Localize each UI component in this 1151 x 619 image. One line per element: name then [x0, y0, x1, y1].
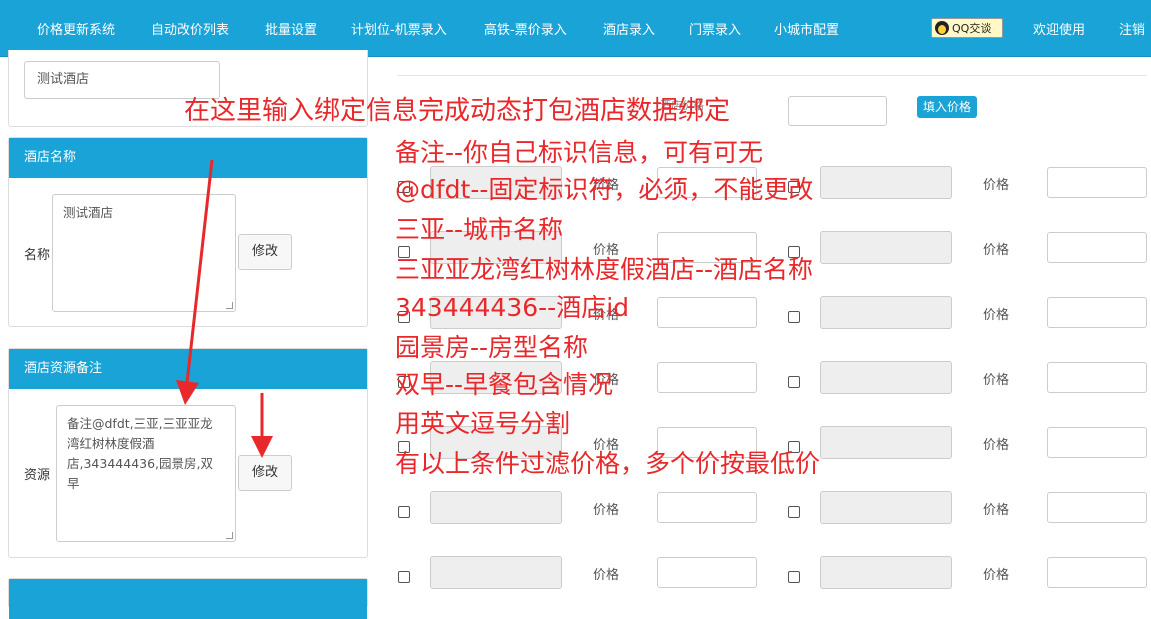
row-price-input-b[interactable]: [1047, 557, 1147, 588]
hotel-resource-textarea[interactable]: 备注@dfdt,三亚,三亚亚龙湾红树林度假酒店,343444436,园景房,双早: [56, 405, 236, 542]
row-checkbox-b[interactable]: [788, 571, 800, 583]
row-price-input-b[interactable]: [1047, 297, 1147, 328]
nav-item-hotel-entry[interactable]: 酒店录入: [603, 19, 655, 38]
resource-label: 资源: [24, 468, 51, 483]
hotel-price-input[interactable]: [788, 96, 887, 126]
row-price-input-a[interactable]: [657, 557, 757, 588]
divider: [398, 75, 1146, 76]
hotel-resource-edit-button[interactable]: 修改: [238, 455, 292, 491]
next-panel-header: [9, 579, 367, 619]
row-price-input-b[interactable]: [1047, 492, 1147, 523]
logout-link[interactable]: 注销: [1119, 19, 1145, 38]
annotation-headline: 在这里输入绑定信息完成动态打包酒店数据绑定: [184, 96, 731, 126]
qq-chat-label: QQ交谈: [952, 22, 992, 35]
row-readonly-field-b: [820, 231, 952, 264]
next-panel: [8, 578, 368, 619]
qq-chat-button[interactable]: QQ交谈: [931, 18, 1003, 38]
hotel-name-panel: 酒店名称 名称 测试酒店 修改: [8, 137, 368, 327]
row-checkbox-b[interactable]: [788, 506, 800, 518]
row-checkbox-a[interactable]: [398, 571, 410, 583]
row-readonly-field-b: [820, 556, 952, 589]
row-price-input-a[interactable]: [657, 297, 757, 328]
annotation-line: 343444436--酒店id: [395, 293, 630, 322]
row-price-label-b: 价格: [983, 568, 1010, 583]
row-price-label-b: 价格: [983, 373, 1010, 388]
row-readonly-field-b: [820, 491, 952, 524]
annotation-line: @dfdt--固定标识符，必须，不能更改: [395, 175, 814, 204]
hotel-resource-panel-title: 酒店资源备注: [9, 349, 367, 389]
row-price-input-b[interactable]: [1047, 232, 1147, 263]
nav-item-auto-price-list[interactable]: 自动改价列表: [151, 19, 229, 38]
hotel-name-textarea[interactable]: 测试酒店: [52, 194, 236, 312]
row-readonly-field-a: [430, 556, 562, 589]
top-navbar: 价格更新系统 自动改价列表 批量设置 计划位-机票录入 高铁-票价录入 酒店录入…: [0, 0, 1151, 57]
nav-item-batch-settings[interactable]: 批量设置: [265, 19, 317, 38]
row-price-input-b[interactable]: [1047, 167, 1147, 198]
row-readonly-field-b: [820, 426, 952, 459]
row-checkbox-b[interactable]: [788, 311, 800, 323]
nav-item-price-update[interactable]: 价格更新系统: [37, 19, 115, 38]
row-price-label-b: 价格: [983, 308, 1010, 323]
fill-price-button[interactable]: 填入价格: [917, 96, 977, 118]
row-readonly-field-b: [820, 296, 952, 329]
annotation-line: 有以上条件过滤价格，多个价按最低价: [395, 449, 821, 478]
row-checkbox-b[interactable]: [788, 376, 800, 388]
row-readonly-field-b: [820, 361, 952, 394]
hotel-resource-panel: 酒店资源备注 资源 备注@dfdt,三亚,三亚亚龙湾红树林度假酒店,343444…: [8, 348, 368, 558]
row-price-label-a: 价格: [593, 568, 620, 583]
row-price-label-b: 价格: [983, 178, 1010, 193]
row-price-label-a: 价格: [593, 503, 620, 518]
annotation-line: 备注--你自己标识信息，可有可无: [395, 138, 764, 167]
row-checkbox-a[interactable]: [398, 506, 410, 518]
nav-item-small-city-config[interactable]: 小城市配置: [774, 19, 839, 38]
annotation-line: 三亚--城市名称: [395, 215, 564, 244]
annotation-line: 双早--早餐包含情况: [395, 370, 614, 399]
hotel-name-panel-title: 酒店名称: [9, 138, 367, 178]
hotel-name-edit-button[interactable]: 修改: [238, 234, 292, 270]
row-price-label-b: 价格: [983, 243, 1010, 258]
row-price-input-b[interactable]: [1047, 362, 1147, 393]
row-price-label-b: 价格: [983, 503, 1010, 518]
hotel-name-label: 名称: [24, 248, 51, 263]
welcome-text: 欢迎使用: [1033, 23, 1086, 38]
annotation-line: 园景房--房型名称: [395, 333, 589, 362]
qq-penguin-icon: [935, 21, 949, 35]
row-price-input-a[interactable]: [657, 492, 757, 523]
nav-item-ticket-entry[interactable]: 门票录入: [689, 19, 741, 38]
row-price-input-a[interactable]: [657, 362, 757, 393]
row-price-input-b[interactable]: [1047, 427, 1147, 458]
row-price-label-b: 价格: [983, 438, 1010, 453]
annotation-line: 三亚亚龙湾红树林度假酒店--酒店名称: [395, 255, 814, 284]
row-readonly-field-a: [430, 491, 562, 524]
row-readonly-field-b: [820, 166, 952, 199]
nav-item-rail-entry[interactable]: 高铁-票价录入: [484, 19, 567, 38]
nav-item-flight-entry[interactable]: 计划位-机票录入: [351, 19, 447, 38]
annotation-line: 用英文逗号分割: [395, 409, 571, 438]
